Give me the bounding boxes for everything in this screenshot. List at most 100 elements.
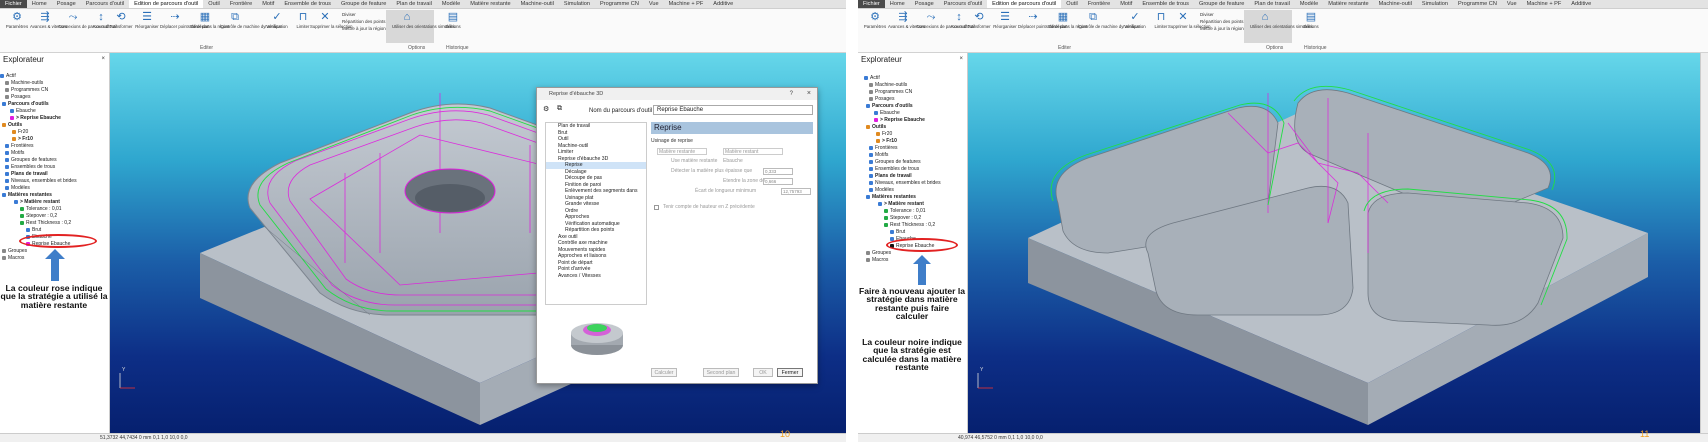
ribbon-small-button[interactable]: Diviser [1200, 12, 1214, 17]
tree-item[interactable]: Plans de travail [869, 173, 912, 180]
ribbon-button[interactable]: ⤳ Connexions de parcours d'outil [58, 11, 117, 30]
tree-item[interactable]: Tolerance : 0,01 [884, 208, 926, 215]
tree-item[interactable]: Motifs [869, 152, 888, 159]
menu-item[interactable]: Outil [203, 0, 225, 8]
menu-item[interactable]: Machine + PF [664, 0, 709, 8]
ribbon-button[interactable]: ⇶ Avances & vitesses [888, 11, 925, 30]
menu-item[interactable]: Home [27, 0, 52, 8]
tree-item[interactable]: > Reprise Ebauche [10, 115, 61, 122]
menu-item[interactable]: Edition de parcours d'outil [129, 0, 204, 8]
menu-item[interactable]: Fichier [858, 0, 885, 8]
tree-item[interactable]: Rest Thickness : 0,2 [884, 222, 935, 229]
menu-item[interactable]: Posage [52, 0, 81, 8]
ribbon-button[interactable]: ☰ Réorganiser [990, 11, 1020, 30]
menu-item[interactable]: Frontière [1083, 0, 1115, 8]
menu-item[interactable]: Posage [910, 0, 939, 8]
ribbon-button[interactable]: ⇢ Déplacer points de départ [160, 11, 209, 30]
tree-item[interactable]: Tolerance : 0,01 [20, 206, 62, 213]
menu-item[interactable]: Edition de parcours d'outil [987, 0, 1062, 8]
tree-item[interactable]: Programmes CN [869, 89, 912, 96]
ribbon-small-button[interactable]: Répartition des points [1200, 19, 1244, 24]
menu-item[interactable]: Groupe de feature [1194, 0, 1249, 8]
ribbon-button[interactable]: ⧉ Contrôle de machine dynamique [1078, 11, 1140, 30]
tree-item[interactable]: Brut [890, 229, 905, 236]
menu-item[interactable]: Simulation [1417, 0, 1453, 8]
menu-item[interactable]: Plan de travail [1249, 0, 1294, 8]
ribbon-button[interactable]: ⇢ Déplacer points de départ [1018, 11, 1067, 30]
tree-item[interactable]: Plans de travail [5, 171, 48, 178]
tree-item[interactable]: Posages [869, 96, 894, 103]
tree-item[interactable]: Posages [5, 94, 30, 101]
tree-item[interactable]: Matières restantes [2, 192, 52, 199]
ribbon-button[interactable]: ✕ Supprimer la sélection [310, 11, 353, 30]
tree-item[interactable]: Machine-outils [5, 80, 43, 87]
ribbon-button[interactable]: ☰ Réorganiser [132, 11, 162, 30]
detect-field[interactable]: 0,333 [763, 168, 793, 175]
ribbon-button[interactable]: ⧉ Contrôle de machine dynamique [220, 11, 282, 30]
dialog-button[interactable]: Calculer [651, 368, 677, 377]
menu-item[interactable]: Modèle [437, 0, 465, 8]
close-icon[interactable]: × [101, 56, 105, 62]
menu-item[interactable]: Matière restante [465, 0, 515, 8]
tree-item[interactable]: Fr20 [12, 129, 28, 136]
tree-item[interactable]: Groupes [866, 250, 891, 257]
menu-item[interactable]: Ensemble de trous [1137, 0, 1194, 8]
menu-item[interactable]: Vue [644, 0, 664, 8]
tree-item[interactable]: Parcours d'outils [866, 103, 913, 110]
menu-item[interactable]: Machine-outil [1374, 0, 1417, 8]
tree-item[interactable]: > Fr10 [876, 138, 897, 145]
menu-item[interactable]: Parcours d'outil [939, 0, 987, 8]
ribbon-button[interactable]: ⤳ Connexions de parcours d'outil [916, 11, 975, 30]
tree-item[interactable]: Frontières [5, 143, 34, 150]
ribbon-button[interactable]: ⌂ Utiliser des orientations simulées [392, 11, 455, 30]
toolpath-name-field[interactable]: Reprise Ebauche [653, 105, 813, 115]
mode2-select[interactable]: Matière restant [723, 148, 783, 155]
tree-item[interactable]: Niveaux, ensembles et brides [869, 180, 941, 187]
menu-item[interactable]: Programme CN [1453, 0, 1502, 8]
ribbon-button[interactable]: ⚙ Paramètres [860, 11, 890, 30]
tree-item[interactable]: > Matière restant [878, 201, 924, 208]
tree-item[interactable]: Niveaux, ensembles et brides [5, 178, 77, 185]
gear-icon[interactable]: ⚙ [543, 105, 549, 113]
view-toolbar[interactable] [1700, 53, 1708, 433]
tree-item[interactable]: > Reprise Ebauche [874, 117, 925, 124]
menu-item[interactable]: Groupe de feature [336, 0, 391, 8]
tree-item[interactable]: Rest Thickness : 0,2 [20, 220, 71, 227]
tree-item[interactable]: Outils [866, 124, 886, 131]
tree-item[interactable]: Matières restantes [866, 194, 916, 201]
ribbon-small-button[interactable]: Diviser [342, 12, 356, 17]
tree-item[interactable]: Macros [866, 257, 888, 264]
ribbon-button[interactable]: ⌂ Utiliser des orientations simulées [1250, 11, 1313, 30]
tree-item[interactable]: Ensembles de trous [5, 164, 55, 171]
tree-item[interactable]: Modèles [5, 185, 30, 192]
menu-item[interactable]: Matière restante [1323, 0, 1373, 8]
menu-item[interactable]: Home [885, 0, 910, 8]
ribbon-button[interactable]: ⚙ Paramètres [2, 11, 32, 30]
copy-icon[interactable]: ⧉ [557, 105, 562, 113]
menu-item[interactable]: Motif [257, 0, 279, 8]
menu-item[interactable]: Fichier [0, 0, 27, 8]
menu-item[interactable]: Frontière [225, 0, 257, 8]
help-icon[interactable]: ? [790, 88, 793, 100]
dialog-button[interactable]: Second plan [703, 368, 739, 377]
3d-viewport[interactable]: Y [968, 53, 1700, 433]
strategy-tree-item[interactable]: Avances / Vitesses [546, 273, 646, 280]
tree-item[interactable]: Groupes [2, 248, 27, 255]
menu-item[interactable]: Programme CN [595, 0, 644, 8]
dialog-button[interactable]: OK [753, 368, 773, 377]
ribbon-button[interactable]: ▤ Editions [438, 11, 468, 30]
menu-item[interactable]: Parcours d'outil [81, 0, 129, 8]
close-icon[interactable]: × [807, 88, 811, 100]
tree-item[interactable]: Outils [2, 122, 22, 129]
tree-item[interactable]: > Matière restant [14, 199, 60, 206]
tree-item[interactable]: Machine-outils [869, 82, 907, 89]
tree-item[interactable]: Motifs [5, 150, 24, 157]
tree-item[interactable]: Stepover : 0,2 [884, 215, 921, 222]
tree-item[interactable]: Fr20 [876, 131, 892, 138]
tree-item[interactable]: > Fr10 [12, 136, 33, 143]
tree-item[interactable]: Actif [0, 73, 16, 80]
tree-item[interactable]: Groupes de features [869, 159, 921, 166]
extend-field[interactable]: 0,666 [763, 178, 793, 185]
tree-item[interactable]: Groupes de features [5, 157, 57, 164]
menu-item[interactable]: Outil [1061, 0, 1083, 8]
